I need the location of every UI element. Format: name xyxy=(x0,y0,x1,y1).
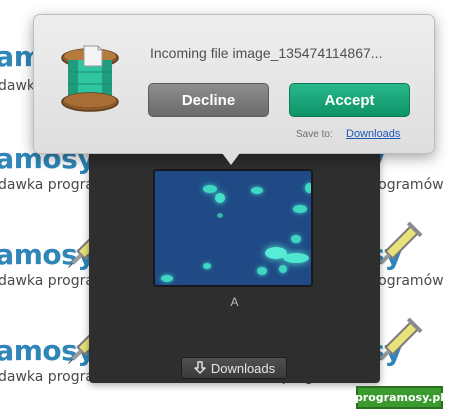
save-to-label: Save to: xyxy=(296,129,333,140)
thumbnail-label: A xyxy=(230,295,239,309)
fluorescent-cell xyxy=(215,193,225,203)
image-thumbnail[interactable] xyxy=(153,169,313,287)
fluorescent-cell xyxy=(305,183,311,193)
downloads-button[interactable]: Downloads xyxy=(181,357,287,379)
incoming-file-popover: Incoming file image_135474114867... Decl… xyxy=(33,14,435,154)
downloads-button-label: Downloads xyxy=(210,360,276,376)
fluorescent-cell xyxy=(203,263,211,269)
fluorescent-cell xyxy=(251,187,263,194)
fluorescent-cell xyxy=(291,235,301,243)
fluorescent-cell xyxy=(283,253,309,263)
site-badge[interactable]: programosy.pl xyxy=(355,386,444,409)
fluorescent-cell xyxy=(293,205,307,213)
fluorescent-cell xyxy=(217,213,223,218)
save-to-location-link[interactable]: Downloads xyxy=(346,128,400,140)
fluorescent-cell xyxy=(279,265,287,273)
accept-button[interactable]: Accept xyxy=(289,83,410,117)
share-panel: A Downloads xyxy=(89,145,380,383)
watermark-logo: ramosy xyxy=(0,334,96,367)
file-spool-icon xyxy=(61,45,119,112)
incoming-file-title: Incoming file image_135474114867... xyxy=(150,45,383,61)
download-arrow-icon xyxy=(194,361,206,374)
fluorescent-cell xyxy=(257,267,267,275)
watermark-logo: ramosy xyxy=(0,238,96,271)
fluorescent-cell xyxy=(161,275,173,282)
decline-button[interactable]: Decline xyxy=(148,83,269,117)
fluorescent-cell xyxy=(203,185,217,193)
popover-pointer xyxy=(222,153,240,165)
